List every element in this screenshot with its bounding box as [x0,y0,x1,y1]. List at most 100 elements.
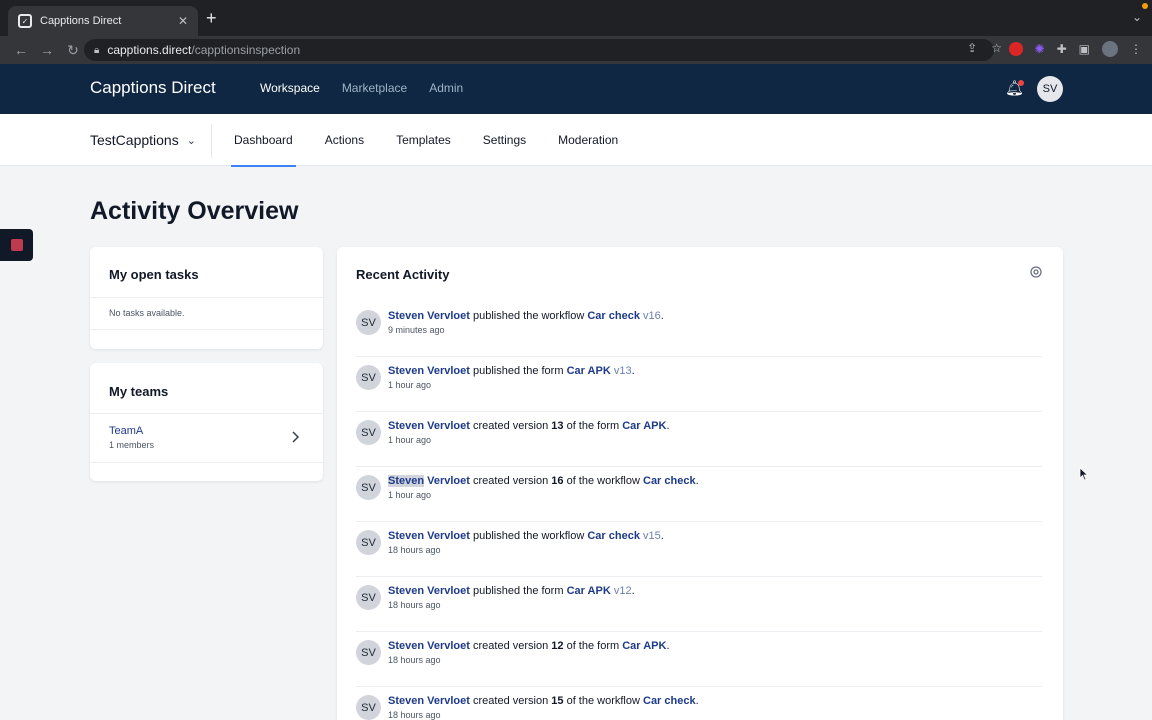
workspace-selector[interactable]: TestCapptions ⌄ [90,132,196,148]
activity-timestamp: 1 hour ago [388,490,432,500]
forward-icon[interactable]: → [34,42,60,58]
activity-text: of the form [563,420,623,432]
activity-text: published the form [469,365,567,377]
avatar: SV [356,420,381,445]
top-nav: Workspace Marketplace Admin [260,81,463,95]
url-host: capptions.direct [107,43,192,57]
activity-text: of the workflow [563,475,643,487]
activity-user-link[interactable]: Steven Vervloet [388,640,470,652]
workspace-name: TestCapptions [90,132,179,148]
activity-user-link[interactable]: Vervloet [424,475,470,487]
tab-templates[interactable]: Templates [396,114,451,166]
profile-avatar-icon[interactable] [1102,41,1118,57]
activity-user-link[interactable]: Steven Vervloet [388,530,470,542]
activity-user-link[interactable]: Steven Vervloet [388,365,470,377]
activity-version-link[interactable]: v13 [611,365,632,377]
nav-admin[interactable]: Admin [429,81,463,95]
stop-icon [10,239,23,251]
activity-text: . [660,310,664,322]
activity-object-link[interactable]: Car APK [622,420,666,432]
activity-object-link[interactable]: Car check [587,530,640,542]
extension-record-icon[interactable] [1008,42,1023,56]
activity-object-link[interactable]: Car APK [567,365,611,377]
activity-timestamp: 18 hours ago [388,710,441,720]
avatar: SV [356,695,381,720]
reload-icon[interactable]: ↻ [60,42,86,59]
team-member-count: 1 members [109,440,155,450]
activity-text: . [631,365,635,377]
browser-tab[interactable]: ✓ Capptions Direct ✕ [8,6,198,36]
activity-version-link[interactable]: v12 [611,585,632,597]
recent-activity-card: Recent Activity SV Steven Vervloet publi… [337,247,1063,720]
brand-logo-text[interactable]: Capptions Direct [90,78,216,98]
activity-text: of the form [563,640,623,652]
new-tab-icon[interactable]: + [206,9,217,27]
tab-moderation[interactable]: Moderation [558,114,618,166]
address-bar[interactable]: 🔒︎ capptions.direct/capptionsinspection [84,39,994,61]
activity-text: created version [469,475,552,487]
gear-icon[interactable] [1029,265,1043,279]
card-title: My teams [109,384,169,399]
activity-text: published the workflow [469,530,588,542]
url-path: /capptionsinspection [191,43,301,57]
activity-version-number: 16 [551,475,564,487]
activity-item: SV Steven Vervloet created version 13 of… [356,412,1042,467]
activity-user-link[interactable]: Steven Vervloet [388,695,470,707]
activity-text: created version [469,420,552,432]
app-header: Capptions Direct Workspace Marketplace A… [0,64,1152,114]
nav-workspace[interactable]: Workspace [260,81,320,95]
activity-user-link[interactable]: Steven Vervloet [388,310,470,322]
activity-version-number: 13 [551,420,564,432]
activity-text: of the workflow [563,695,643,707]
back-icon[interactable]: ← [8,42,34,58]
extensions-puzzle-icon[interactable]: ✚ [1057,42,1067,56]
activity-timestamp: 18 hours ago [388,600,441,610]
teams-card: My teams TeamA 1 members [90,363,323,481]
divider [90,329,323,330]
activity-version-number: 15 [551,695,564,707]
activity-item: SV Steven Vervloet published the workflo… [356,302,1042,357]
tab-settings[interactable]: Settings [483,114,526,166]
activity-text: published the form [469,585,567,597]
team-row[interactable]: TeamA 1 members [90,414,323,462]
nav-marketplace[interactable]: Marketplace [342,81,407,95]
activity-object-link[interactable]: Car APK [567,585,611,597]
activity-user-link-selected[interactable]: Steven [388,475,425,487]
recorder-stop-button[interactable] [0,229,33,261]
activity-text: . [666,640,670,652]
tab-dashboard[interactable]: Dashboard [231,114,296,167]
bookmark-star-icon[interactable]: ☆ [991,41,1002,55]
activity-user-link[interactable]: Steven Vervloet [388,585,470,597]
browser-menu-icon[interactable]: ⋮ [1130,42,1142,56]
activity-version-link[interactable]: v15 [640,530,661,542]
chevron-down-icon[interactable]: ⌄ [1132,10,1142,24]
browser-tab-title: Capptions Direct [40,15,122,27]
tab-actions[interactable]: Actions [325,114,364,166]
activity-text: . [631,585,635,597]
extension-gear-icon[interactable]: ✺ [1035,42,1045,56]
browser-tab-strip: ✓ Capptions Direct ✕ + ⌄ [0,0,1152,36]
share-icon[interactable]: ⇪ [967,41,977,55]
notification-badge [1018,80,1024,86]
card-title: Recent Activity [356,267,450,282]
activity-timestamp: 18 hours ago [388,655,441,665]
avatar: SV [356,530,381,555]
activity-timestamp: 1 hour ago [388,380,432,390]
activity-timestamp: 1 hour ago [388,435,432,445]
activity-version-number: 12 [551,640,564,652]
divider [90,297,323,298]
activity-version-link[interactable]: v16 [640,310,661,322]
activity-object-link[interactable]: Car check [643,475,696,487]
user-avatar[interactable]: SV [1037,76,1063,102]
close-icon[interactable]: ✕ [178,14,188,28]
activity-text: . [695,695,699,707]
activity-object-link[interactable]: Car check [643,695,696,707]
mouse-cursor-icon [1079,467,1089,481]
side-panel-icon[interactable]: ▣ [1079,42,1090,56]
divider [211,124,212,158]
activity-user-link[interactable]: Steven Vervloet [388,420,470,432]
activity-text: published the workflow [469,310,588,322]
activity-object-link[interactable]: Car check [587,310,640,322]
activity-object-link[interactable]: Car APK [622,640,666,652]
activity-item: SV Steven Vervloet created version 15 of… [356,687,1042,720]
